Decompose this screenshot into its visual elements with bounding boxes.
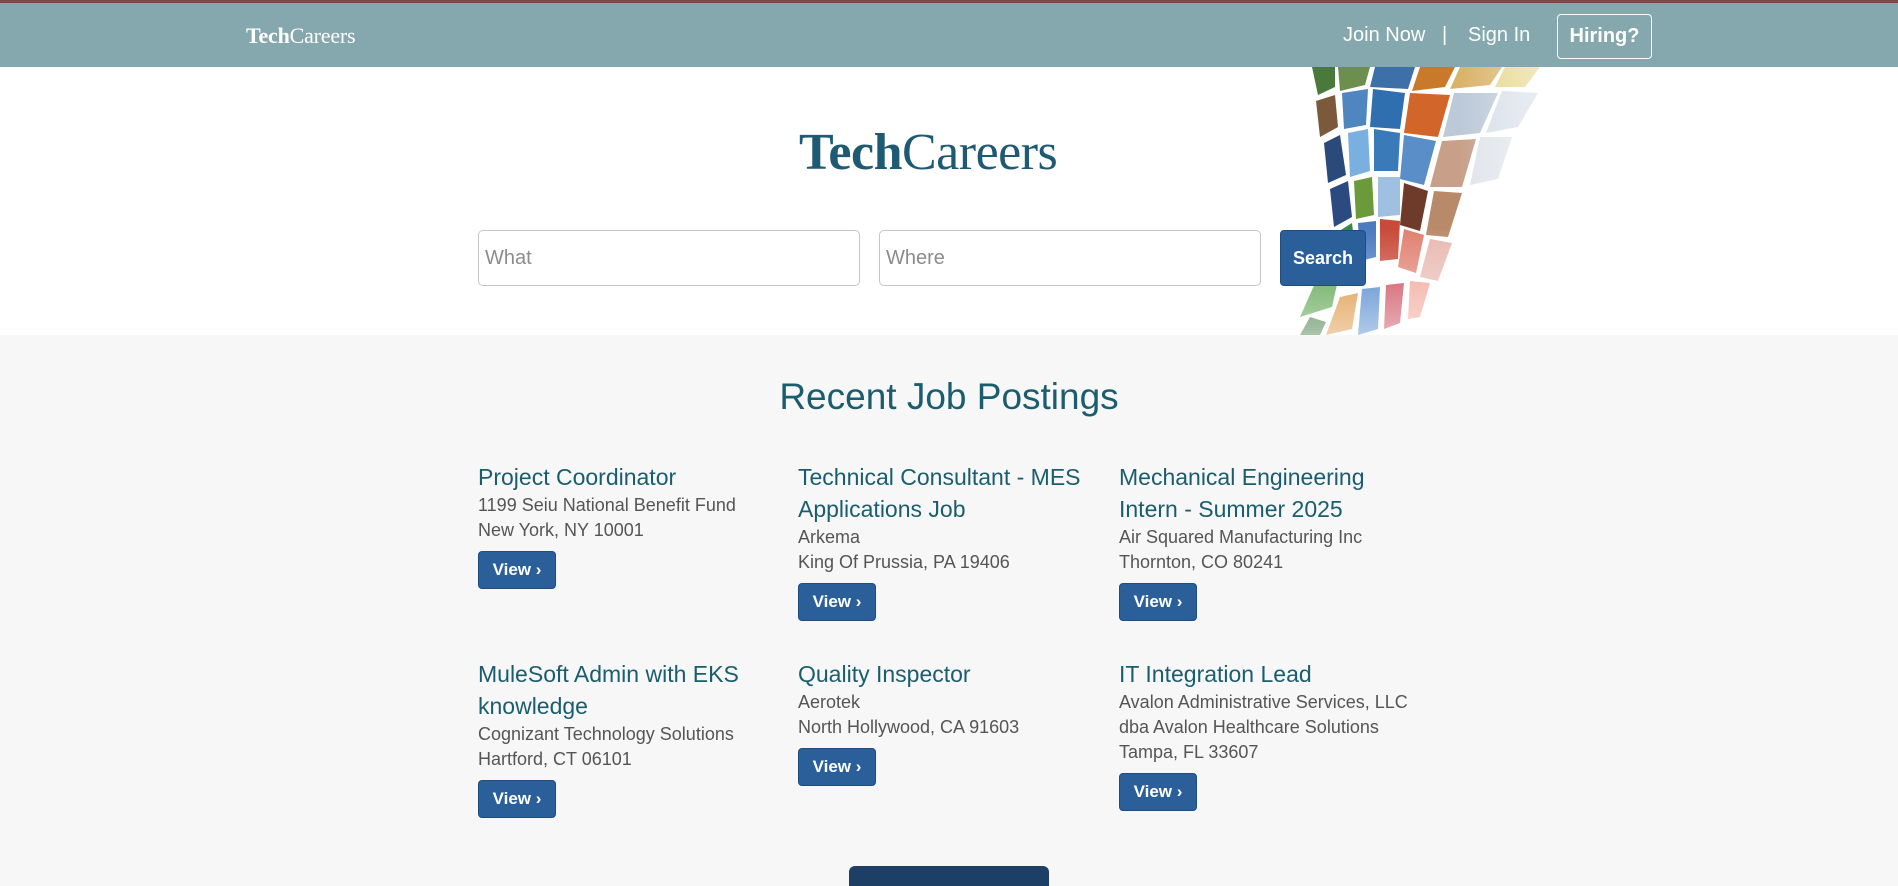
view-job-button[interactable]: View › [478,551,556,589]
job-company: Arkema [798,527,861,547]
decorative-photo-collage [1240,67,1640,335]
nav-separator: | [1442,24,1448,46]
more-jobs-button[interactable] [849,866,1049,886]
hiring-button[interactable]: Hiring? [1557,14,1652,59]
view-job-button[interactable]: View › [798,583,876,621]
site-logo-small[interactable]: TechCareers [246,23,356,49]
job-location: New York, NY 10001 [478,520,644,540]
job-card: Quality Inspector Aerotek North Hollywoo… [798,658,1098,786]
logo-part-tech: Tech [246,23,290,48]
job-company: Aerotek [798,692,861,712]
job-title-link[interactable]: Project Coordinator [478,461,778,493]
job-company: 1199 Seiu National Benefit Fund [478,495,736,515]
view-job-button[interactable]: View › [1119,583,1197,621]
job-card: IT Integration Lead Avalon Administrativ… [1119,658,1419,811]
join-now-link[interactable]: Join Now [1343,24,1425,47]
job-title-link[interactable]: MuleSoft Admin with EKS knowledge [478,658,778,722]
job-company-line-2: dba Avalon Healthcare Solutions [1119,717,1379,737]
where-search-input[interactable] [879,230,1261,286]
logo-part-tech: Tech [799,124,903,181]
job-card: Project Coordinator 1199 Seiu National B… [478,461,778,589]
view-job-button[interactable]: View › [798,748,876,786]
job-location: Tampa, FL 33607 [1119,742,1259,762]
view-job-button[interactable]: View › [1119,773,1197,811]
job-card: Technical Consultant - MES Applications … [798,461,1098,621]
logo-part-careers: Careers [902,124,1058,181]
job-title-link[interactable]: Mechanical Engineering Intern - Summer 2… [1119,461,1419,525]
sign-in-link[interactable]: Sign In [1468,24,1530,47]
job-company: Cognizant Technology Solutions [478,724,734,744]
hero-search-section: TechCareers Search [0,67,1898,335]
job-location: King Of Prussia, PA 19406 [798,552,1010,572]
what-search-input[interactable] [478,230,860,286]
job-location: Thornton, CO 80241 [1119,552,1284,572]
job-title-link[interactable]: IT Integration Lead [1119,658,1419,690]
search-button[interactable]: Search [1280,230,1366,286]
recent-job-postings-heading: Recent Job Postings [779,376,1119,417]
top-nav-bar: TechCareers Join Now | Sign In Hiring? [0,0,1898,67]
view-job-button[interactable]: View › [478,780,556,818]
job-location: Hartford, CT 06101 [478,749,632,769]
job-title-link[interactable]: Quality Inspector [798,658,1098,690]
job-company: Air Squared Manufacturing Inc [1119,527,1363,547]
site-logo-large: TechCareers [799,123,1058,182]
logo-part-careers: Careers [289,23,356,48]
job-title-link[interactable]: Technical Consultant - MES Applications … [798,461,1098,525]
job-card: MuleSoft Admin with EKS knowledge Cogniz… [478,658,778,818]
job-company: Avalon Administrative Services, LLC [1119,692,1408,712]
job-card: Mechanical Engineering Intern - Summer 2… [1119,461,1419,621]
job-location: North Hollywood, CA 91603 [798,717,1020,737]
